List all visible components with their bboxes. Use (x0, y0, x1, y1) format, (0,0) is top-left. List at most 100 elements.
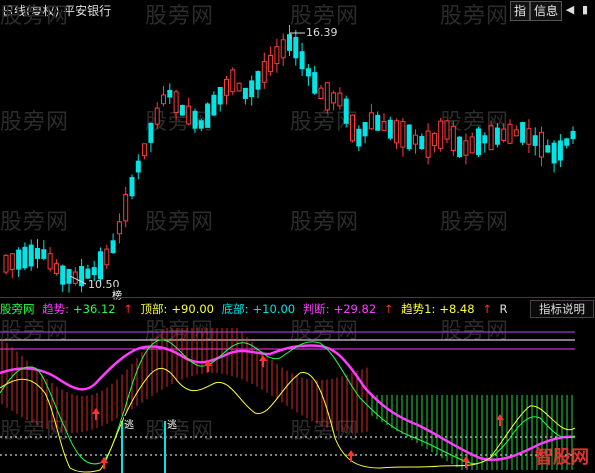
candle-body (173, 91, 179, 113)
candle-body (394, 120, 400, 144)
low-pointer-icon (70, 276, 87, 285)
candle-body (400, 121, 406, 148)
candle-body (425, 130, 431, 158)
high-price-label: 16.39 (306, 26, 338, 39)
candle-body (337, 92, 343, 107)
candle-body (211, 94, 217, 116)
candle-body (305, 68, 311, 77)
candle-body (488, 125, 494, 151)
candle-body (186, 105, 192, 125)
candle-body (135, 160, 141, 173)
prev-arrow-icon[interactable]: ◀ (563, 2, 577, 18)
up-arrow-icon (92, 408, 100, 420)
candle-body (318, 87, 324, 100)
escape-tag: 逃 (124, 416, 134, 431)
candle-body (9, 253, 15, 271)
bottom-value: +10.00 (252, 302, 296, 316)
candle-body (224, 78, 229, 96)
candle-body (381, 121, 387, 131)
candle-body (98, 251, 103, 280)
candle-body (261, 61, 267, 83)
candle-body (431, 132, 437, 146)
candle-body (268, 54, 274, 73)
candle-body (280, 39, 286, 59)
candle-body (387, 119, 393, 139)
candle-body (47, 253, 53, 270)
candle-body (28, 244, 34, 267)
candle-body (520, 122, 526, 143)
candle-body (110, 240, 116, 254)
candle-body (217, 86, 223, 105)
candle-body (293, 36, 299, 59)
candle-body (539, 131, 544, 158)
candle-body (331, 92, 337, 104)
candle-body (53, 263, 59, 274)
trend1-label: 趋势1: (401, 302, 436, 316)
candle-body (545, 145, 551, 153)
candle-body (161, 94, 166, 105)
candle-body (198, 120, 204, 129)
up-arrow-icon (462, 456, 470, 468)
candle-body (507, 123, 513, 144)
candle-body (41, 249, 47, 259)
trend-value: +36.12 (73, 302, 116, 316)
candle-body (343, 98, 349, 124)
info-button[interactable]: 信息 (530, 1, 562, 21)
candle-body (494, 127, 500, 145)
candle-body (167, 89, 173, 98)
candle-body (179, 104, 185, 116)
candle-body (192, 110, 198, 129)
up-arrow-icon (347, 450, 355, 462)
up-arrow-icon (259, 355, 267, 367)
trend1-value: +8.48 (439, 302, 475, 316)
candle-body (557, 140, 563, 161)
candle-body (438, 120, 444, 149)
candle-body (570, 130, 576, 140)
candle-body (564, 138, 570, 146)
candle-body (324, 82, 330, 111)
candle-body (375, 114, 381, 131)
candle-body (469, 136, 475, 154)
candle-body (249, 80, 255, 98)
high-pointer-icon (290, 32, 305, 39)
candle-body (242, 87, 248, 99)
menu-icon[interactable]: ▮ (578, 2, 592, 18)
candle-body (236, 82, 242, 92)
indicator-chart[interactable] (0, 318, 595, 473)
panel-divider (0, 297, 595, 298)
candle-body (482, 135, 488, 144)
candle-body (312, 72, 318, 94)
candle-body (91, 267, 97, 276)
candle-body (154, 107, 160, 125)
candle-body (35, 248, 40, 259)
truncated-label: R (499, 302, 508, 316)
candle-body (116, 221, 122, 235)
indicator-help-button[interactable]: 指标说明 (530, 300, 594, 318)
indicator-button[interactable]: 指 (510, 1, 530, 21)
up-arrow-icon: ↑ (123, 302, 133, 316)
indicator-name: 股旁网 (0, 302, 35, 316)
candle-body (501, 128, 507, 141)
up-arrow-icon: ↑ (482, 302, 492, 316)
candle-body (457, 136, 463, 158)
indicator-values: 股旁网 趋势: +36.12 ↑ 顶部: +90.00 底部: +10.00 判断: +… (0, 301, 595, 317)
low-tag: 榜 (112, 287, 122, 302)
bottom-label: 底部: (221, 302, 249, 316)
candle-body (299, 51, 305, 70)
trend-label: 趋势: (42, 302, 70, 316)
candle-body (16, 249, 22, 270)
judge-label: 判断: (302, 302, 330, 316)
candle-body (205, 103, 211, 128)
candle-body (444, 120, 450, 140)
candle-body (22, 246, 28, 269)
candle-body (513, 129, 519, 137)
candle-body (406, 124, 412, 150)
candle-body (255, 71, 261, 90)
candle-body (148, 122, 154, 143)
candle-body (368, 112, 374, 130)
candlestick-chart[interactable] (0, 20, 595, 298)
escape-tag: 逃 (167, 416, 177, 431)
candle-body (419, 136, 425, 150)
candle-body (413, 134, 418, 145)
candle-body (551, 142, 557, 164)
